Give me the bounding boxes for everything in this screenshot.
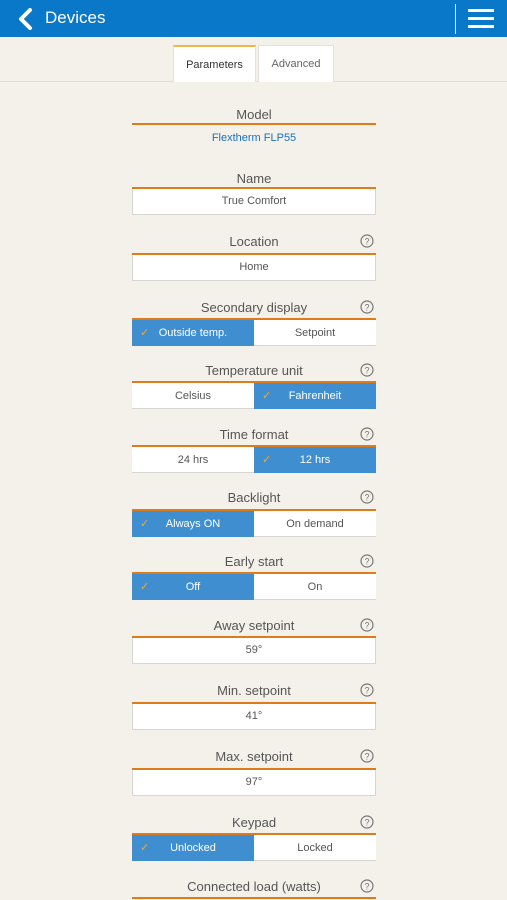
keypad-label: Keypad (231, 815, 277, 830)
help-icon[interactable]: ? (360, 490, 374, 504)
model-value: Flextherm FLP55 (211, 132, 297, 144)
keypad-toggle: ✓ Unlocked Locked (132, 835, 376, 861)
max-setpoint-field[interactable]: 97° (132, 770, 376, 796)
name-field[interactable]: True Comfort (132, 189, 376, 215)
check-icon: ✓ (140, 518, 150, 530)
check-icon: ✓ (262, 454, 272, 466)
help-icon[interactable]: ? (360, 427, 374, 441)
time-format-toggle: 24 hrs ✓ 12 hrs (132, 447, 376, 473)
backlight-toggle: ✓ Always ON On demand (132, 511, 376, 537)
option-on[interactable]: On (254, 574, 376, 600)
max-setpoint-label: Max. setpoint (215, 749, 293, 764)
svg-text:?: ? (364, 621, 369, 631)
svg-text:?: ? (364, 430, 369, 440)
svg-text:?: ? (364, 237, 369, 247)
svg-text:?: ? (364, 752, 369, 762)
location-label: Location (229, 234, 279, 249)
help-icon[interactable]: ? (360, 363, 374, 377)
option-celsius[interactable]: Celsius (132, 383, 254, 409)
help-icon[interactable]: ? (360, 815, 374, 829)
model-label: Model (236, 107, 272, 122)
option-on-demand[interactable]: On demand (254, 511, 376, 537)
temperature-unit-label: Temperature unit (205, 363, 303, 378)
help-icon[interactable]: ? (360, 683, 374, 697)
location-field[interactable]: Home (132, 255, 376, 281)
away-setpoint-label: Away setpoint (213, 618, 295, 633)
help-icon[interactable]: ? (360, 234, 374, 248)
tab-parameters[interactable]: Parameters (173, 45, 256, 82)
name-label: Name (236, 171, 272, 186)
time-format-label: Time format (219, 427, 289, 442)
option-outside-temp[interactable]: ✓ Outside temp. (132, 320, 254, 346)
page-title: Devices (45, 8, 106, 27)
model-accent-bar (132, 123, 376, 125)
header-divider (455, 4, 456, 34)
tab-bar: Parameters Advanced (0, 37, 507, 82)
help-icon[interactable]: ? (360, 618, 374, 632)
help-icon[interactable]: ? (360, 300, 374, 314)
check-icon: ✓ (262, 390, 272, 402)
help-icon[interactable]: ? (360, 879, 374, 893)
svg-text:?: ? (364, 686, 369, 696)
tab-advanced[interactable]: Advanced (258, 45, 334, 82)
svg-text:?: ? (364, 493, 369, 503)
help-icon[interactable]: ? (360, 749, 374, 763)
chevron-left-icon[interactable] (16, 8, 36, 30)
check-icon: ✓ (140, 327, 150, 339)
early-start-toggle: ✓ Off On (132, 574, 376, 600)
option-12-hrs[interactable]: ✓ 12 hrs (254, 447, 376, 473)
check-icon: ✓ (140, 842, 150, 854)
svg-text:?: ? (364, 557, 369, 567)
check-icon: ✓ (140, 581, 150, 593)
secondary-display-toggle: ✓ Outside temp. Setpoint (132, 320, 376, 346)
away-setpoint-field[interactable]: 59° (132, 638, 376, 664)
help-icon[interactable]: ? (360, 554, 374, 568)
backlight-label: Backlight (227, 490, 281, 505)
secondary-display-label: Secondary display (200, 300, 308, 315)
top-app-bar: Devices (0, 0, 507, 37)
hamburger-menu-icon[interactable] (466, 7, 496, 31)
option-locked[interactable]: Locked (254, 835, 376, 861)
min-setpoint-label: Min. setpoint (217, 683, 291, 698)
svg-text:?: ? (364, 818, 369, 828)
temperature-unit-toggle: Celsius ✓ Fahrenheit (132, 383, 376, 409)
connected-load-accent-bar (132, 897, 376, 899)
svg-text:?: ? (364, 366, 369, 376)
early-start-label: Early start (224, 554, 284, 569)
option-fahrenheit[interactable]: ✓ Fahrenheit (254, 383, 376, 409)
connected-load-label: Connected load (watts) (187, 879, 321, 894)
option-24-hrs[interactable]: 24 hrs (132, 447, 254, 473)
option-setpoint[interactable]: Setpoint (254, 320, 376, 346)
svg-text:?: ? (364, 882, 369, 892)
option-unlocked[interactable]: ✓ Unlocked (132, 835, 254, 861)
option-off[interactable]: ✓ Off (132, 574, 254, 600)
option-always-on[interactable]: ✓ Always ON (132, 511, 254, 537)
svg-text:?: ? (364, 303, 369, 313)
min-setpoint-field[interactable]: 41° (132, 704, 376, 730)
